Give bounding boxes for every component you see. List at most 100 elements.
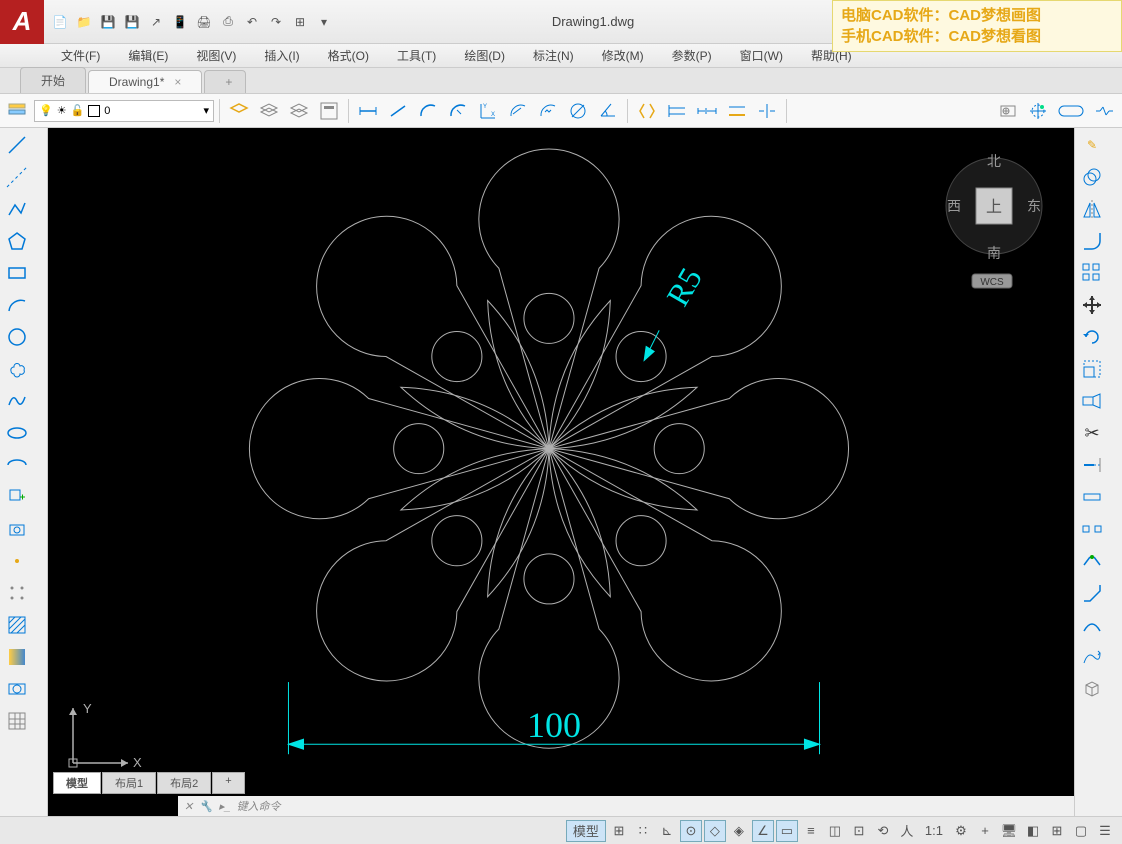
open-icon[interactable]: 📁 [74, 12, 94, 32]
menu-tools[interactable]: 工具(T) [391, 45, 442, 66]
join-icon[interactable] [1077, 546, 1107, 576]
blend-icon[interactable] [1077, 610, 1107, 640]
mobile-icon[interactable]: 📱 [170, 12, 190, 32]
export-icon[interactable]: ↗ [146, 12, 166, 32]
menu-dim[interactable]: 标注(N) [527, 45, 580, 66]
redo-icon[interactable]: ↷ [266, 12, 286, 32]
menu-format[interactable]: 格式(O) [322, 45, 375, 66]
sb-grid-icon[interactable]: ⊞ [608, 820, 630, 842]
3d-cube-icon[interactable] [1077, 674, 1107, 704]
rotate-icon[interactable] [1077, 322, 1107, 352]
dim-baseline-icon[interactable] [663, 97, 691, 125]
trim-icon[interactable]: ✂ [1077, 418, 1107, 448]
tab-start[interactable]: 开始 [20, 67, 86, 93]
sb-ortho-icon[interactable]: ⊾ [656, 820, 678, 842]
layout-model[interactable]: 模型 [53, 772, 101, 794]
fillet-icon[interactable] [1077, 226, 1107, 256]
scale-icon[interactable] [1077, 354, 1107, 384]
sb-tpy-icon[interactable]: ◫ [824, 820, 846, 842]
saveas-icon[interactable]: 💾 [122, 12, 142, 32]
dim-ordinate-icon[interactable]: YX [474, 97, 502, 125]
dropdown-icon[interactable]: ▾ [314, 12, 334, 32]
dim-continue-icon[interactable] [693, 97, 721, 125]
line-icon[interactable] [2, 130, 32, 160]
sb-cycle-icon[interactable]: ⟲ [872, 820, 894, 842]
menu-window[interactable]: 窗口(W) [734, 45, 789, 66]
sb-osnap-icon[interactable]: ◇ [704, 820, 726, 842]
arc-icon[interactable] [2, 290, 32, 320]
sb-3dosnap-icon[interactable]: ◈ [728, 820, 750, 842]
save-icon[interactable]: 💾 [98, 12, 118, 32]
dim-jog-line-icon[interactable] [1090, 97, 1118, 125]
break-icon[interactable] [1077, 514, 1107, 544]
dim-radius-icon[interactable] [504, 97, 532, 125]
tolerance-icon[interactable] [994, 97, 1022, 125]
offset-icon[interactable] [1077, 162, 1107, 192]
sb-scale[interactable]: 1:1 [920, 820, 948, 842]
construction-line-icon[interactable] [2, 162, 32, 192]
chamfer-icon[interactable] [1077, 578, 1107, 608]
sb-gear-icon[interactable]: ⚙ [950, 820, 972, 842]
reverse-icon[interactable] [1077, 642, 1107, 672]
close-tab-icon[interactable]: × [174, 75, 181, 89]
app-logo-icon[interactable]: A [0, 0, 44, 44]
polygon-icon[interactable] [2, 226, 32, 256]
table-icon[interactable] [2, 706, 32, 736]
dim-arc-icon[interactable] [414, 97, 442, 125]
menu-file[interactable]: 文件(F) [55, 45, 106, 66]
sb-dyn-icon[interactable]: ▭ [776, 820, 798, 842]
layer-dropdown[interactable]: 💡 ☀ 🔓 0 ▾ [34, 100, 214, 122]
layout-add[interactable]: + [212, 772, 244, 794]
tab-drawing1[interactable]: Drawing1*× [88, 70, 202, 93]
sb-anno-icon[interactable]: 人 [896, 820, 918, 842]
extend-icon[interactable] [1077, 450, 1107, 480]
dim-angle-icon[interactable] [594, 97, 622, 125]
sb-polar-icon[interactable]: ⊙ [680, 820, 702, 842]
insert-block-icon[interactable] [2, 482, 32, 512]
drawing-canvas[interactable]: 100 R5 北 南 西 东 上 WCS [48, 128, 1074, 816]
rectangle-icon[interactable] [2, 258, 32, 288]
sb-iso-icon[interactable]: ◧ [1022, 820, 1044, 842]
sb-model[interactable]: 模型 [566, 820, 606, 842]
viewcube[interactable]: 北 南 西 东 上 WCS [934, 136, 1054, 266]
hatch-icon[interactable] [2, 610, 32, 640]
undo-icon[interactable]: ↶ [242, 12, 262, 32]
dim-break-icon[interactable] [753, 97, 781, 125]
new-icon[interactable]: 📄 [50, 12, 70, 32]
layer-prev-icon[interactable] [285, 97, 313, 125]
menu-draw[interactable]: 绘图(D) [458, 45, 511, 66]
layer-iso-icon[interactable] [255, 97, 283, 125]
workspace-icon[interactable]: ⊞ [290, 12, 310, 32]
new-tab-button[interactable]: + [204, 70, 246, 93]
sb-clean-icon[interactable]: ▢ [1070, 820, 1092, 842]
menu-edit[interactable]: 编辑(E) [122, 45, 174, 66]
sb-hw-icon[interactable]: ⊞ [1046, 820, 1068, 842]
sb-plus-icon[interactable]: + [974, 820, 996, 842]
sb-menu-icon[interactable]: ☰ [1094, 820, 1116, 842]
dim-arc2-icon[interactable] [444, 97, 472, 125]
sb-otrack-icon[interactable]: ∠ [752, 820, 774, 842]
mirror-icon[interactable] [1077, 194, 1107, 224]
break-point-icon[interactable] [1077, 482, 1107, 512]
layer-state-icon[interactable] [225, 97, 253, 125]
region-icon[interactable] [2, 674, 32, 704]
point-icon[interactable] [2, 546, 32, 576]
gradient-icon[interactable] [2, 642, 32, 672]
layout-2[interactable]: 布局2 [157, 772, 211, 794]
sb-qp-icon[interactable]: ⊡ [848, 820, 870, 842]
print-icon[interactable]: 🖨 [194, 12, 214, 32]
spline-icon[interactable] [2, 386, 32, 416]
dim-diameter-icon[interactable] [564, 97, 592, 125]
wrench-icon[interactable]: 🔧 [199, 800, 213, 813]
quick-dim-icon[interactable] [633, 97, 661, 125]
sb-snap-icon[interactable]: ∷ [632, 820, 654, 842]
dim-jog-icon[interactable] [534, 97, 562, 125]
ellipse-icon[interactable] [2, 418, 32, 448]
menu-param[interactable]: 参数(P) [666, 45, 718, 66]
polyline-icon[interactable] [2, 194, 32, 224]
ellipse-arc-icon[interactable] [2, 450, 32, 480]
sb-monitor-icon[interactable]: 🖥 [998, 820, 1020, 842]
sb-lwt-icon[interactable]: ≡ [800, 820, 822, 842]
move-icon[interactable] [1077, 290, 1107, 320]
make-block-icon[interactable] [2, 514, 32, 544]
